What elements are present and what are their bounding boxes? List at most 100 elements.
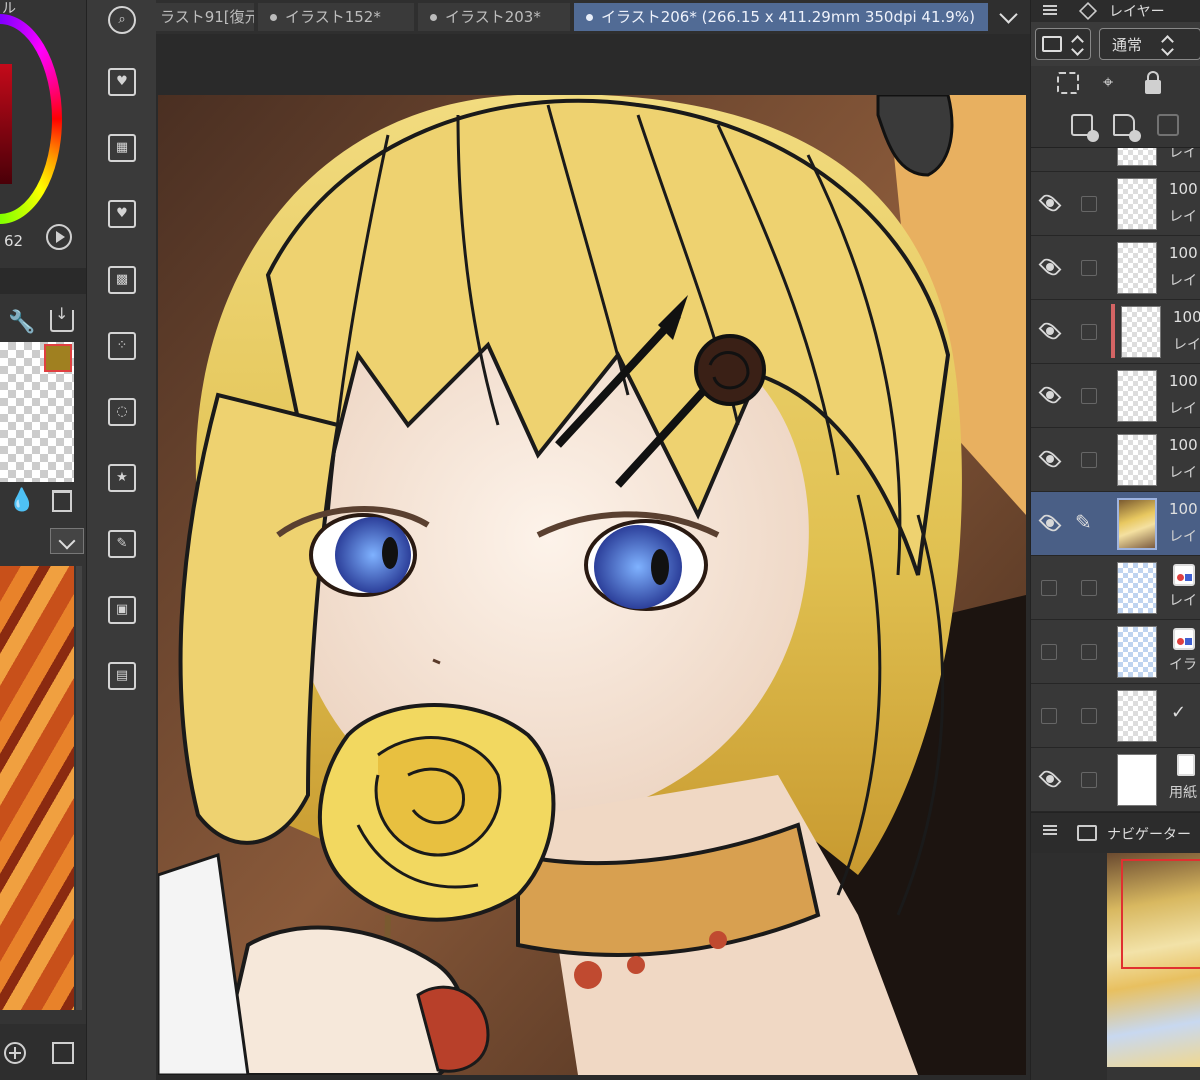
clip-layer-icon[interactable] bbox=[1057, 72, 1079, 94]
blend-mode-select[interactable]: 通常 bbox=[1099, 28, 1200, 60]
heart-folder-icon[interactable]: ♥ bbox=[108, 68, 136, 96]
unsaved-dot-icon bbox=[586, 14, 593, 21]
layer-row[interactable]: イラ bbox=[1031, 620, 1200, 684]
layer-panel-header: レイヤー bbox=[1031, 0, 1200, 22]
layer-thumbnail bbox=[1117, 370, 1157, 422]
expression-color-selector[interactable] bbox=[1035, 28, 1091, 60]
layer-name: レイ bbox=[1173, 337, 1200, 353]
layout-folder-icon[interactable]: ▤ bbox=[108, 662, 136, 690]
layer-thumbnail bbox=[1117, 148, 1157, 166]
color-value: 62 bbox=[4, 232, 24, 250]
layer-opacity: 100 bbox=[1169, 180, 1198, 198]
canvas-artwork[interactable] bbox=[158, 95, 1026, 1075]
tab-illust-203[interactable]: イラスト203* bbox=[418, 3, 570, 31]
layer-row[interactable]: 100 レイ bbox=[1031, 428, 1200, 492]
color-wheel[interactable] bbox=[0, 4, 62, 224]
texture-folder-icon[interactable]: ▩ bbox=[108, 266, 136, 294]
layer-checkbox[interactable] bbox=[1081, 196, 1097, 212]
viewport-rectangle[interactable] bbox=[1121, 859, 1200, 969]
heart-folder-icon-2[interactable]: ♥ bbox=[108, 200, 136, 228]
paper-layer-icon bbox=[1177, 754, 1195, 776]
layer-checkbox[interactable] bbox=[1081, 772, 1097, 788]
layer-opacity: 100 bbox=[1169, 436, 1198, 454]
speech-bubble-icon[interactable]: ◌ bbox=[108, 398, 136, 426]
tab-illust-206[interactable]: イラスト206* (266.15 x 411.29mm 350dpi 41.9%… bbox=[574, 3, 988, 31]
resize-icon[interactable] bbox=[52, 1042, 74, 1064]
unsaved-dot-icon bbox=[270, 14, 277, 21]
scrollbar[interactable] bbox=[76, 566, 82, 1010]
layer-checkbox[interactable] bbox=[1081, 324, 1097, 340]
add-circle-icon[interactable] bbox=[4, 1042, 26, 1064]
vertical-toolbar: ⌕ ♥ ▦ ♥ ▩ ⁘ ◌ ★ ✎ ▣ ▤ bbox=[86, 0, 156, 1080]
layer-checkbox[interactable] bbox=[1081, 452, 1097, 468]
layer-thumbnail bbox=[1117, 754, 1157, 806]
tab-label: イラスト206* (266.15 x 411.29mm 350dpi 41.9%… bbox=[601, 8, 975, 26]
star-folder-icon[interactable]: ★ bbox=[108, 464, 136, 492]
layer-panel-title: レイヤー bbox=[1109, 4, 1165, 20]
layer-row[interactable]: レイ bbox=[1031, 148, 1200, 172]
navigator-preview[interactable] bbox=[1107, 853, 1200, 1067]
layer-checkbox[interactable] bbox=[1081, 580, 1097, 596]
visibility-checkbox[interactable] bbox=[1041, 580, 1057, 596]
pen-icon: ✎ bbox=[1075, 510, 1092, 534]
layer-row[interactable]: 用紙 bbox=[1031, 748, 1200, 812]
menu-icon[interactable] bbox=[1043, 5, 1057, 7]
layer-name: レイ bbox=[1169, 148, 1197, 161]
layer-row[interactable]: 100 レイ bbox=[1031, 364, 1200, 428]
layer-checkbox[interactable] bbox=[1081, 708, 1097, 724]
color-panel: ル 62 🔧 💧 bbox=[0, 0, 86, 1080]
layer-row[interactable]: レイ bbox=[1031, 556, 1200, 620]
menu-icon[interactable] bbox=[1043, 825, 1057, 827]
vector-layer-icon bbox=[1173, 628, 1195, 650]
layer-checkbox[interactable] bbox=[1081, 644, 1097, 660]
edit-folder-icon[interactable]: ✎ bbox=[108, 530, 136, 558]
reference-layer-icon[interactable]: ⌖ bbox=[1103, 72, 1113, 93]
lock-icon[interactable] bbox=[1145, 71, 1161, 94]
tab-label: イラスト152* bbox=[285, 8, 381, 26]
merge-layer-icon[interactable] bbox=[1157, 114, 1179, 136]
elephant-folder-icon[interactable]: ▣ bbox=[108, 596, 136, 624]
layer-list[interactable]: レイ 100 レイ 100 レイ 100 レイ 100 レイ 100 レイ ✎ … bbox=[1031, 148, 1200, 812]
checkmark-icon: ✓ bbox=[1171, 702, 1187, 723]
current-color-swatch[interactable] bbox=[44, 344, 72, 372]
layer-checkbox[interactable] bbox=[1081, 388, 1097, 404]
layer-thumbnail bbox=[1117, 178, 1157, 230]
new-folder-icon[interactable] bbox=[1113, 114, 1141, 142]
visibility-checkbox[interactable] bbox=[1041, 708, 1057, 724]
layer-name: イラ bbox=[1169, 657, 1197, 673]
layer-row-selected[interactable]: ✎ 100 レイ bbox=[1031, 492, 1200, 556]
tab-illust-91[interactable]: ラスト91[復元 bbox=[156, 3, 254, 31]
drop-icon[interactable]: 💧 bbox=[8, 488, 35, 513]
layer-row[interactable]: 100 レイ bbox=[1031, 236, 1200, 300]
saturation-square[interactable] bbox=[0, 64, 12, 184]
play-icon[interactable] bbox=[46, 224, 72, 250]
layer-thumbnail bbox=[1121, 306, 1161, 358]
up-down-chevron-icon bbox=[1160, 33, 1174, 55]
tab-label: ラスト91[復元 bbox=[160, 8, 254, 26]
wrench-icon[interactable]: 🔧 bbox=[8, 310, 35, 335]
pattern-folder-icon[interactable]: ▦ bbox=[108, 134, 136, 162]
illustration bbox=[158, 95, 1026, 1075]
navigator-icon bbox=[1077, 825, 1097, 841]
trash-icon[interactable] bbox=[52, 490, 72, 512]
chevron-down-icon[interactable] bbox=[50, 528, 84, 554]
layer-name: 用紙 bbox=[1169, 785, 1197, 801]
grid-folder-icon[interactable]: ⁘ bbox=[108, 332, 136, 360]
layer-thumbnail bbox=[1117, 434, 1157, 486]
vector-layer-icon bbox=[1173, 564, 1195, 586]
layer-row[interactable]: 100 レイ bbox=[1031, 172, 1200, 236]
tab-overflow-chevron-icon[interactable] bbox=[994, 4, 1024, 30]
layer-name: レイ bbox=[1169, 273, 1197, 289]
layer-row[interactable]: 100 レイ bbox=[1031, 300, 1200, 364]
import-icon[interactable] bbox=[50, 304, 74, 332]
visibility-checkbox[interactable] bbox=[1041, 644, 1057, 660]
new-layer-icon[interactable] bbox=[1071, 114, 1099, 142]
square-icon bbox=[1042, 36, 1062, 52]
search-icon[interactable]: ⌕ bbox=[108, 6, 136, 34]
layer-checkbox[interactable] bbox=[1081, 260, 1097, 276]
layer-opacity: 100 bbox=[1169, 372, 1198, 390]
tab-illust-152[interactable]: イラスト152* bbox=[258, 3, 414, 31]
layer-thumbnail bbox=[1117, 562, 1157, 614]
layer-row[interactable]: ✓ bbox=[1031, 684, 1200, 748]
layer-name: レイ bbox=[1169, 593, 1197, 609]
